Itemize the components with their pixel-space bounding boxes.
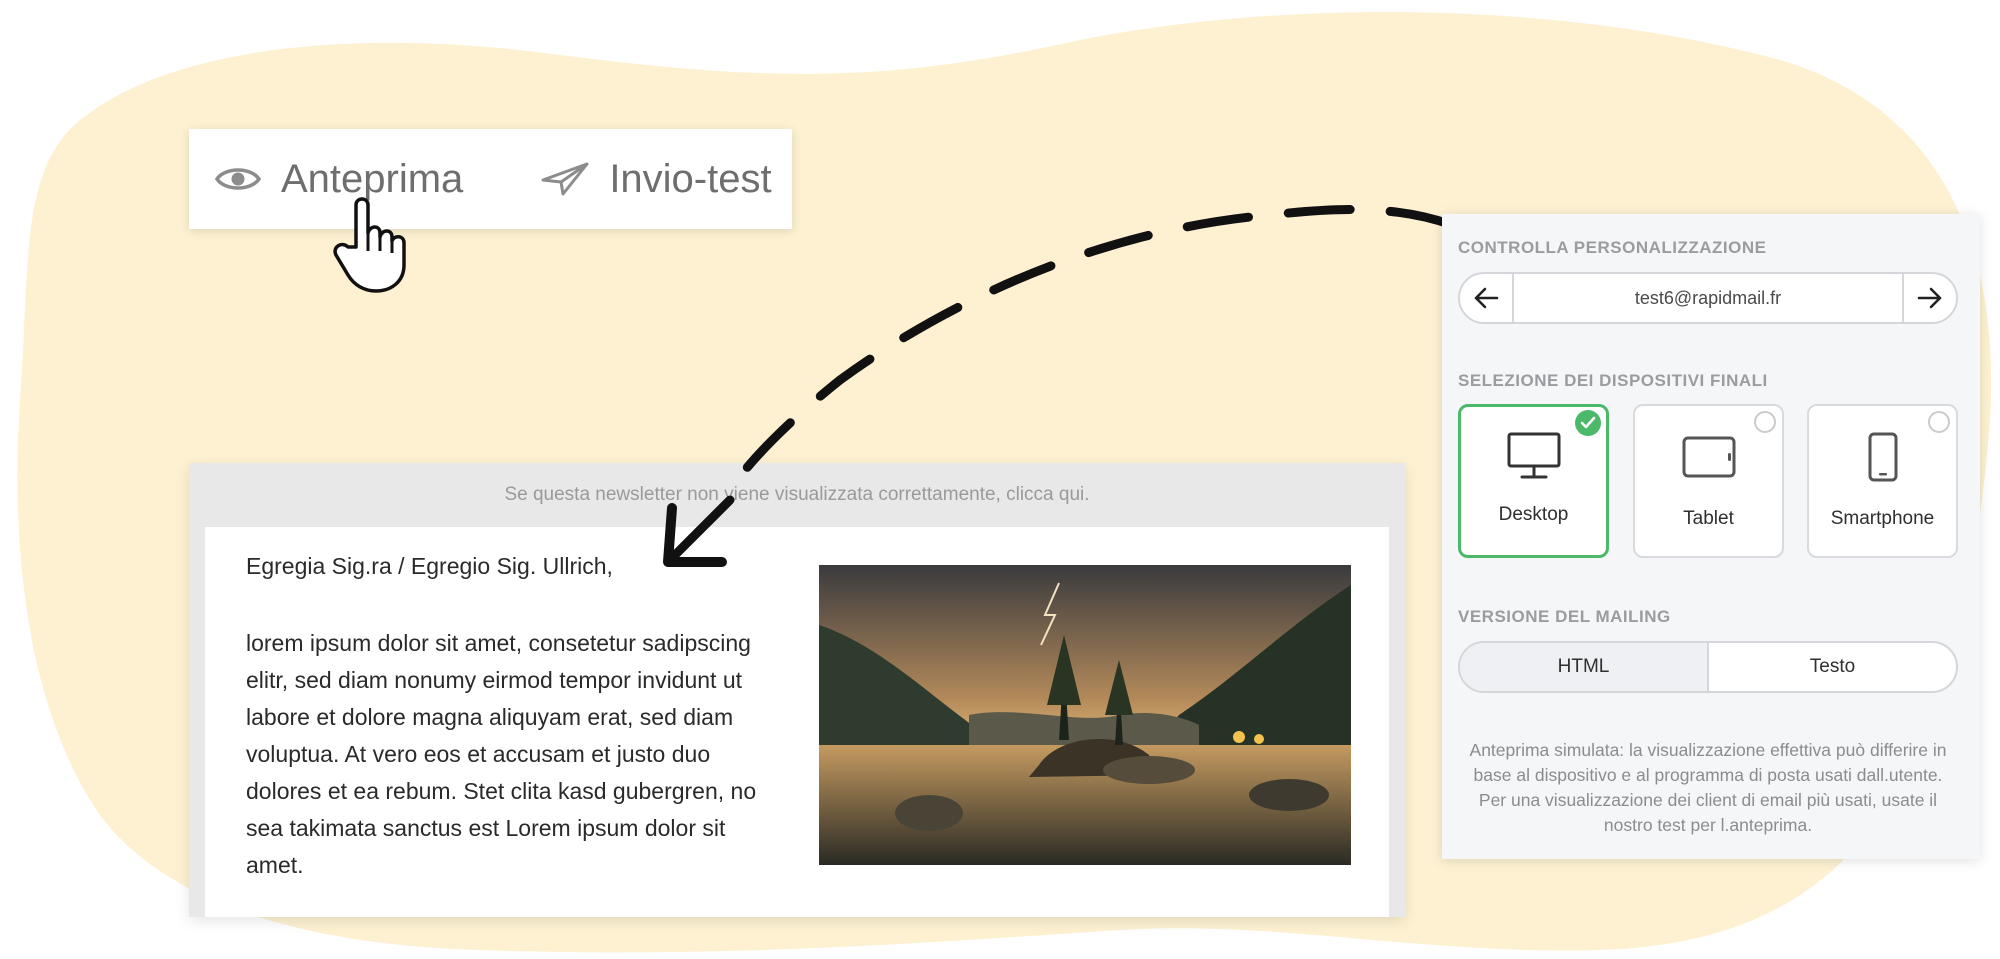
radio-icon <box>1928 411 1950 433</box>
recipient-switcher: test6@rapidmail.fr <box>1458 272 1958 324</box>
device-label-tablet: Tablet <box>1683 508 1734 529</box>
device-option-tablet[interactable]: Tablet <box>1633 404 1784 558</box>
email-greeting: Egregia Sig.ra / Egregio Sig. Ullrich, <box>246 553 613 579</box>
version-text-option[interactable]: Testo <box>1709 643 1956 691</box>
preview-toolbar: Anteprima Invio-test <box>189 129 792 229</box>
previous-recipient-button[interactable] <box>1460 274 1514 322</box>
radio-icon <box>1754 411 1776 433</box>
tablet-icon <box>1682 436 1735 478</box>
test-send-label: Invio-test <box>609 156 772 201</box>
simulation-note: Anteprima simulata: la visualizzazione e… <box>1469 740 1947 835</box>
view-online-notice[interactable]: Se questa newsletter non viene visualizz… <box>189 463 1405 527</box>
arrow-right-icon <box>1917 287 1942 309</box>
device-label-smartphone: Smartphone <box>1830 508 1935 529</box>
smartphone-icon <box>1868 432 1897 482</box>
mailing-version-toggle: HTML Testo <box>1458 641 1958 693</box>
device-label-desktop: Desktop <box>1498 504 1569 525</box>
version-html-option[interactable]: HTML <box>1460 643 1709 691</box>
device-selector: Desktop Tablet Smartphone <box>1458 404 1958 558</box>
arrow-left-icon <box>1474 287 1499 309</box>
hand-pointer-icon <box>333 197 406 293</box>
eye-icon <box>215 164 261 194</box>
devices-title: SELEZIONE DEI DISPOSITIVI FINALI <box>1458 371 1768 390</box>
device-option-smartphone[interactable]: Smartphone <box>1807 404 1958 558</box>
email-preview: Se questa newsletter non viene visualizz… <box>189 463 1405 917</box>
test-send-button[interactable]: Invio-test <box>541 156 772 202</box>
next-recipient-button[interactable] <box>1902 274 1956 322</box>
recipient-email: test6@rapidmail.fr <box>1634 287 1782 308</box>
personalization-title: CONTROLLA PERSONALIZZAZIONE <box>1458 238 1767 257</box>
email-body: Egregia Sig.ra / Egregio Sig. Ullrich, l… <box>205 527 1389 917</box>
device-option-desktop[interactable]: Desktop <box>1458 404 1609 558</box>
desktop-icon <box>1507 432 1560 479</box>
preview-settings-panel: CONTROLLA PERSONALIZZAZIONE test6@rapidm… <box>1442 214 1980 859</box>
landscape-image <box>819 565 1351 865</box>
version-title: VERSIONE DEL MAILING <box>1458 607 1671 626</box>
paper-plane-icon <box>541 162 589 196</box>
email-paragraph: lorem ipsum dolor sit amet, consetetur s… <box>246 630 757 878</box>
